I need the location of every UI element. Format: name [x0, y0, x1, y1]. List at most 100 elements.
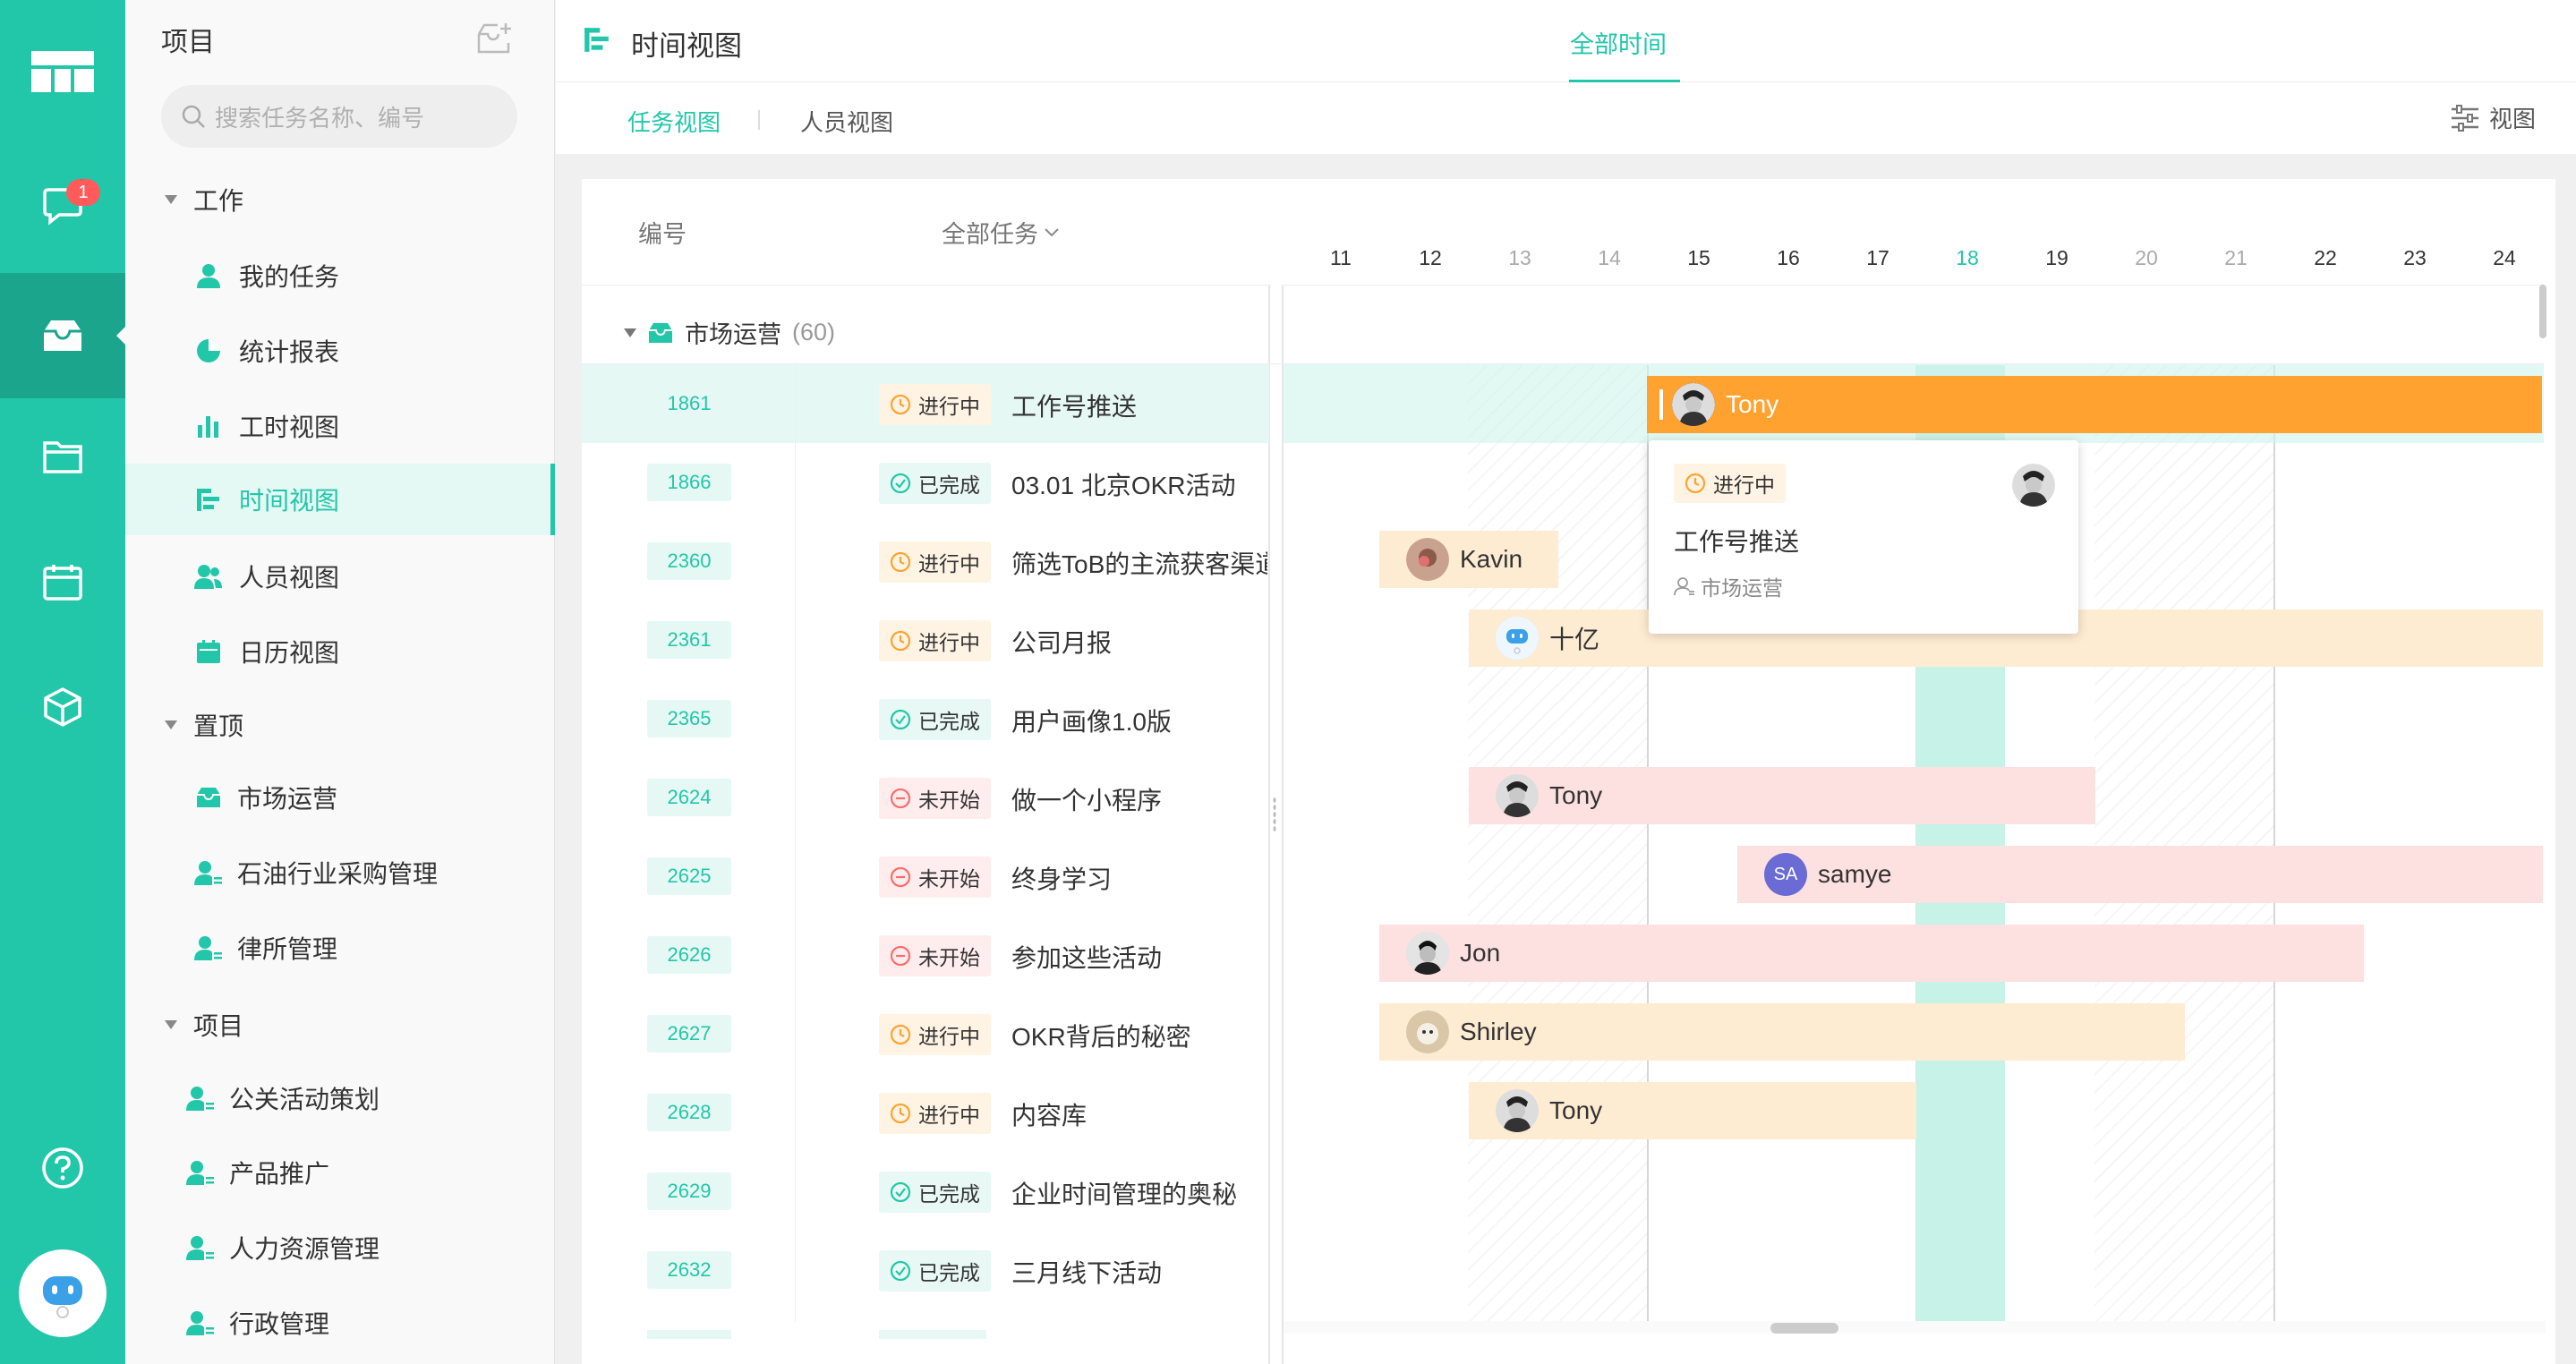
status-badge: 未开始 [879, 778, 991, 819]
clock-icon [890, 1103, 911, 1124]
gantt-bar-in-progress[interactable]: Tony [1469, 1082, 1916, 1139]
sidebar-item-pr-planning[interactable]: 公关活动策划 [125, 1062, 555, 1134]
task-id[interactable]: 2365 [647, 700, 731, 737]
sidebar-item-oil-procurement[interactable]: 石油行业采购管理 [125, 837, 555, 908]
day-label: 17 [1866, 246, 1889, 269]
group-pinned[interactable]: 置顶 [165, 707, 243, 743]
group-projects[interactable]: 项目 [165, 1007, 243, 1043]
search-input[interactable]: 搜索任务名称、编号 [161, 85, 517, 148]
notification-badge: 1 [66, 179, 100, 206]
inbox-icon[interactable] [0, 273, 125, 398]
task-filter-dropdown[interactable]: 全部任务 [942, 215, 1060, 250]
task-title[interactable]: 企业时间管理的奥秘 [1011, 1175, 1267, 1211]
calendar-icon[interactable] [0, 519, 125, 644]
vertical-scrollbar[interactable] [2539, 285, 2546, 338]
sidebar-item-worktime-view[interactable]: 工时视图 [125, 390, 555, 462]
task-title[interactable]: 公司月报 [1011, 624, 1267, 660]
task-title[interactable]: OKR背后的秘密 [1011, 1018, 1267, 1053]
task-title[interactable]: 终身学习 [1011, 860, 1267, 896]
check-circle-icon [890, 1181, 911, 1203]
day-label: 24 [2493, 246, 2516, 269]
cube-icon[interactable] [0, 644, 125, 770]
task-title[interactable]: 做一个小程序 [1011, 781, 1267, 817]
pie-chart-icon [192, 335, 225, 367]
task-title[interactable]: 筛选ToB的主流获客渠道 [1011, 545, 1267, 581]
task-popup-card[interactable]: 进行中 工作号推送 市场运营 [1649, 440, 2078, 634]
check-circle-icon [890, 473, 911, 494]
task-id[interactable]: 2632 [647, 1251, 731, 1289]
day-label: 11 [1330, 246, 1352, 269]
minus-circle-icon [890, 866, 911, 888]
task-id[interactable]: 1866 [647, 464, 731, 501]
top-bar: 时间视图 全部时间 [556, 0, 2576, 83]
sidebar-item-reports[interactable]: 统计报表 [125, 315, 555, 387]
bot-avatar[interactable] [19, 1249, 107, 1337]
sidebar-item-product-promo[interactable]: 产品推广 [125, 1137, 555, 1208]
user-outline-icon [1674, 577, 1694, 596]
avatar [1496, 774, 1539, 817]
task-title[interactable]: 三月线下活动 [1011, 1254, 1267, 1290]
task-id[interactable]: 2360 [647, 542, 731, 580]
task-id[interactable]: 2627 [647, 1015, 731, 1053]
minus-circle-icon [890, 945, 911, 967]
task-id[interactable]: 2629 [647, 1172, 731, 1210]
task-id[interactable]: 2624 [647, 779, 731, 816]
sidebar-item-calendar-view[interactable]: 日历视图 [125, 616, 555, 687]
day-label: 21 [2224, 246, 2248, 269]
sidebar-item-hr[interactable]: 人力资源管理 [125, 1212, 555, 1283]
status-badge: 已完成 [879, 463, 991, 504]
resize-handle[interactable] [1273, 797, 1276, 832]
collapse-triangle-icon [165, 1020, 177, 1029]
sidebar-item-my-tasks[interactable]: 我的任务 [125, 240, 555, 311]
tab-all-time[interactable]: 全部时间 [1570, 25, 1667, 60]
sliders-icon [2452, 104, 2478, 132]
chat-icon[interactable] [0, 143, 125, 269]
view-settings-button[interactable]: 视图 [2450, 101, 2536, 134]
status-badge: 进行中 [879, 384, 991, 425]
task-title[interactable]: 内容库 [1011, 1096, 1267, 1132]
gantt-bar-in-progress[interactable]: Shirley [1379, 1003, 2185, 1061]
task-id[interactable]: 2625 [647, 857, 731, 895]
inbox-add-icon[interactable] [476, 21, 514, 55]
tab-divider [758, 110, 760, 130]
day-label: 15 [1687, 246, 1710, 269]
gantt-bar-not-started[interactable]: SA samye [1737, 846, 2543, 903]
task-title[interactable]: 工作号推送 [1011, 388, 1267, 423]
project-user-icon [184, 1307, 217, 1339]
sidebar-item-admin[interactable]: 行政管理 [125, 1287, 555, 1359]
gantt-bar-not-started[interactable]: Tony [1469, 767, 2095, 824]
avatar [1406, 1010, 1449, 1053]
sidebar-item-timeline-view[interactable]: 时间视图 [125, 464, 555, 535]
logo-icon[interactable] [0, 9, 125, 134]
task-id[interactable]: 1861 [647, 385, 731, 422]
group-work[interactable]: 工作 [165, 182, 243, 217]
tab-people-view[interactable]: 人员视图 [800, 105, 893, 138]
task-id[interactable]: 2626 [647, 936, 731, 974]
task-title[interactable]: 03.01 北京OKR活动 [1011, 466, 1267, 502]
clock-icon [1685, 473, 1706, 494]
folder-icon[interactable] [0, 394, 125, 519]
sub-bar: 任务视图 人员视图 视图 [556, 82, 2576, 154]
day-label: 23 [2403, 246, 2427, 269]
sidebar-item-law-firm[interactable]: 律所管理 [125, 912, 555, 984]
day-label: 12 [1419, 246, 1442, 269]
help-icon[interactable] [0, 1105, 125, 1231]
sidebar-item-people-view[interactable]: 人员视图 [125, 541, 555, 612]
group-row-marketing[interactable]: 市场运营 (60) [624, 315, 835, 350]
task-id[interactable]: 2628 [647, 1094, 731, 1131]
task-title[interactable]: 参加这些活动 [1011, 939, 1267, 975]
sidebar-item-marketing[interactable]: 市场运营 [125, 762, 555, 833]
table-split-divider[interactable] [1268, 285, 1270, 1364]
drag-handle[interactable] [1659, 389, 1663, 420]
horizontal-scrollbar[interactable] [1770, 1323, 1838, 1334]
task-title[interactable]: 用户画像1.0版 [1011, 703, 1267, 738]
tab-task-view[interactable]: 任务视图 [627, 105, 721, 138]
gantt-bar-not-started[interactable]: Jon [1379, 925, 2364, 982]
project-user-icon [184, 1082, 217, 1114]
task-id[interactable]: 2361 [647, 621, 731, 659]
weekend-column [1468, 365, 1557, 1323]
gantt-bar-in-progress[interactable]: Tony [1647, 376, 2542, 433]
status-badge: 已完成 [879, 699, 991, 740]
project-user-icon [192, 857, 225, 889]
gantt-bar-in-progress[interactable]: Kavin [1379, 531, 1558, 588]
